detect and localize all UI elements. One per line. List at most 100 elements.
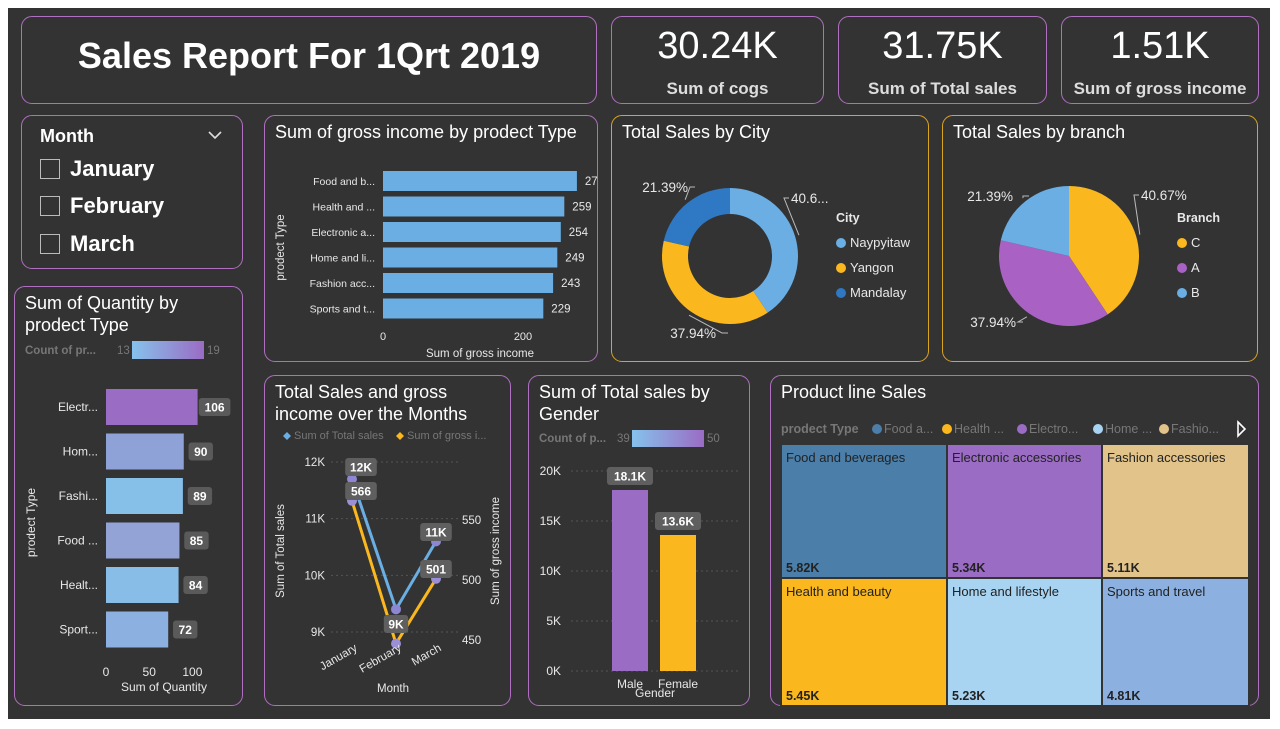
y-axis-label: Sum of Total sales	[275, 504, 287, 598]
legend-marker	[1177, 238, 1187, 248]
data-label: 229	[551, 304, 570, 316]
slice-label: 21.39%	[642, 180, 688, 195]
data-label: 12K	[350, 461, 372, 475]
quantity-by-type-chart[interactable]: Sum of Quantity by prodect Type Count of…	[14, 286, 243, 706]
y-tick-label: 11K	[305, 514, 325, 526]
treemap-value: 5.34K	[952, 561, 985, 575]
treemap-value: 5.23K	[952, 689, 985, 703]
kpi-card-total-sales[interactable]: 31.75K Sum of Total sales	[838, 16, 1047, 104]
category-tick-label: Home and li...	[310, 253, 375, 265]
checkbox[interactable]	[40, 196, 60, 216]
bar	[612, 490, 648, 671]
kpi-value: 1.51K	[1110, 25, 1210, 67]
chart-title: Total Sales by City	[622, 122, 771, 142]
bar	[106, 567, 179, 603]
data-label: 84	[189, 579, 203, 593]
chart-title: Total Sales by branch	[953, 122, 1126, 142]
data-label: 277	[585, 176, 597, 188]
leader-line	[1016, 316, 1028, 323]
kpi-card-gross-income[interactable]: 1.51K Sum of gross income	[1061, 16, 1259, 104]
slicer-option-january[interactable]: January	[40, 156, 155, 181]
sales-by-city-chart[interactable]: Total Sales by City 40.6... 37.94% 21.39% C…	[611, 115, 929, 362]
treemap-label: Food and beverages	[786, 450, 906, 465]
product-line-sales-chart[interactable]: Product line Sales prodect Type Food a...…	[770, 375, 1259, 706]
data-point	[391, 604, 401, 615]
slicer-option-march[interactable]: March	[40, 231, 135, 256]
treemap-label: Electronic accessories	[952, 450, 1082, 465]
category-tick-label: Sport...	[59, 623, 98, 637]
slicer-title: Month	[40, 126, 94, 146]
checkbox[interactable]	[40, 234, 60, 254]
sales-by-gender-chart[interactable]: Sum of Total sales by Gender Count of p.…	[528, 375, 750, 706]
x-tick-label: 100	[182, 665, 202, 679]
legend-marker	[836, 288, 846, 298]
sales-gross-over-months-chart[interactable]: Total Sales and gross income over the Mo…	[264, 375, 511, 706]
legend-gradient	[132, 341, 204, 359]
kpi-label: Sum of cogs	[666, 79, 769, 98]
category-tick-label: Sports and t...	[310, 304, 375, 316]
slice-label: 21.39%	[967, 189, 1013, 204]
legend-title: Count of pr...	[25, 345, 96, 357]
treemap-value: 5.11K	[1107, 561, 1140, 575]
legend-label: A	[1191, 260, 1200, 275]
data-label: 85	[190, 534, 204, 548]
leader-line	[1022, 195, 1029, 199]
bar	[383, 273, 554, 293]
category-tick-label: Food ...	[57, 534, 98, 548]
x-tick-label: January	[318, 642, 360, 673]
treemap-value: 5.45K	[786, 689, 819, 703]
treemap-label: Fashion accessories	[1107, 450, 1226, 465]
slicer-option-label: January	[70, 156, 155, 181]
treemap-value: 4.81K	[1107, 689, 1140, 703]
data-label: 90	[194, 445, 208, 459]
x-tick-label: 0	[380, 331, 386, 343]
checkbox[interactable]	[40, 159, 60, 179]
bar	[106, 433, 184, 470]
legend-min: 39	[617, 433, 630, 445]
bar	[383, 171, 577, 191]
legend-label: Fashio...	[1171, 422, 1219, 436]
gross-income-bar-chart: Food and b... 277 Health and ... 259 Electro…	[275, 171, 597, 360]
category-tick-label: Electr...	[58, 400, 98, 414]
y-tick-label: 20K	[540, 464, 561, 478]
legend-marker	[1177, 288, 1187, 298]
y-tick-label: 9K	[311, 627, 325, 639]
legend-title: Count of p...	[539, 433, 606, 445]
data-label: 106	[205, 401, 225, 415]
kpi-label: Sum of gross income	[1073, 79, 1247, 98]
legend-marker	[1177, 263, 1187, 273]
gross-income-by-type-chart[interactable]: Sum of gross income by prodect Type Food…	[264, 115, 598, 362]
title-card: Sales Report For 1Qrt 2019	[21, 16, 597, 104]
treemap-chart: prodect Type Food a... Health ... Electro..…	[780, 420, 1250, 706]
legend-label: C	[1191, 235, 1200, 250]
y-tick-label: 10K	[540, 564, 561, 578]
legend-marker	[1017, 424, 1027, 434]
data-label: 9K	[388, 618, 404, 632]
legend-label: Electro...	[1029, 422, 1078, 436]
month-slicer[interactable]: Month January February March	[21, 115, 243, 269]
data-label: 566	[351, 485, 371, 499]
chart-title: Sum of Quantity by prodect Type	[25, 293, 179, 335]
x-axis-label: Gender	[635, 686, 675, 700]
next-page-icon	[1237, 420, 1247, 438]
data-label: 11K	[425, 526, 447, 540]
legend-marker	[872, 424, 882, 434]
x-tick-label: 200	[514, 331, 532, 343]
legend-label: Home ...	[1105, 422, 1152, 436]
y2-tick-label: 450	[462, 635, 481, 647]
treemap-label: Health and beauty	[786, 584, 892, 599]
treemap-label: Sports and travel	[1107, 584, 1205, 599]
legend-label: Yangon	[850, 260, 894, 275]
category-tick-label: Health and ...	[313, 202, 375, 214]
sales-by-branch-chart[interactable]: Total Sales by branch 40.67% 37.94% 21.39%…	[942, 115, 1258, 362]
data-label: 72	[179, 623, 193, 637]
data-label: 254	[569, 227, 589, 239]
kpi-card-cogs[interactable]: 30.24K Sum of cogs	[611, 16, 824, 104]
chevron-down-icon[interactable]	[208, 130, 222, 140]
category-tick-label: Hom...	[63, 445, 98, 459]
page-title: Sales Report For 1Qrt 2019	[77, 35, 541, 76]
slicer-option-february[interactable]: February	[40, 193, 164, 218]
y-axis-label: prodect Type	[275, 214, 287, 280]
y-tick-label: 0K	[546, 664, 561, 678]
bar	[660, 535, 696, 671]
